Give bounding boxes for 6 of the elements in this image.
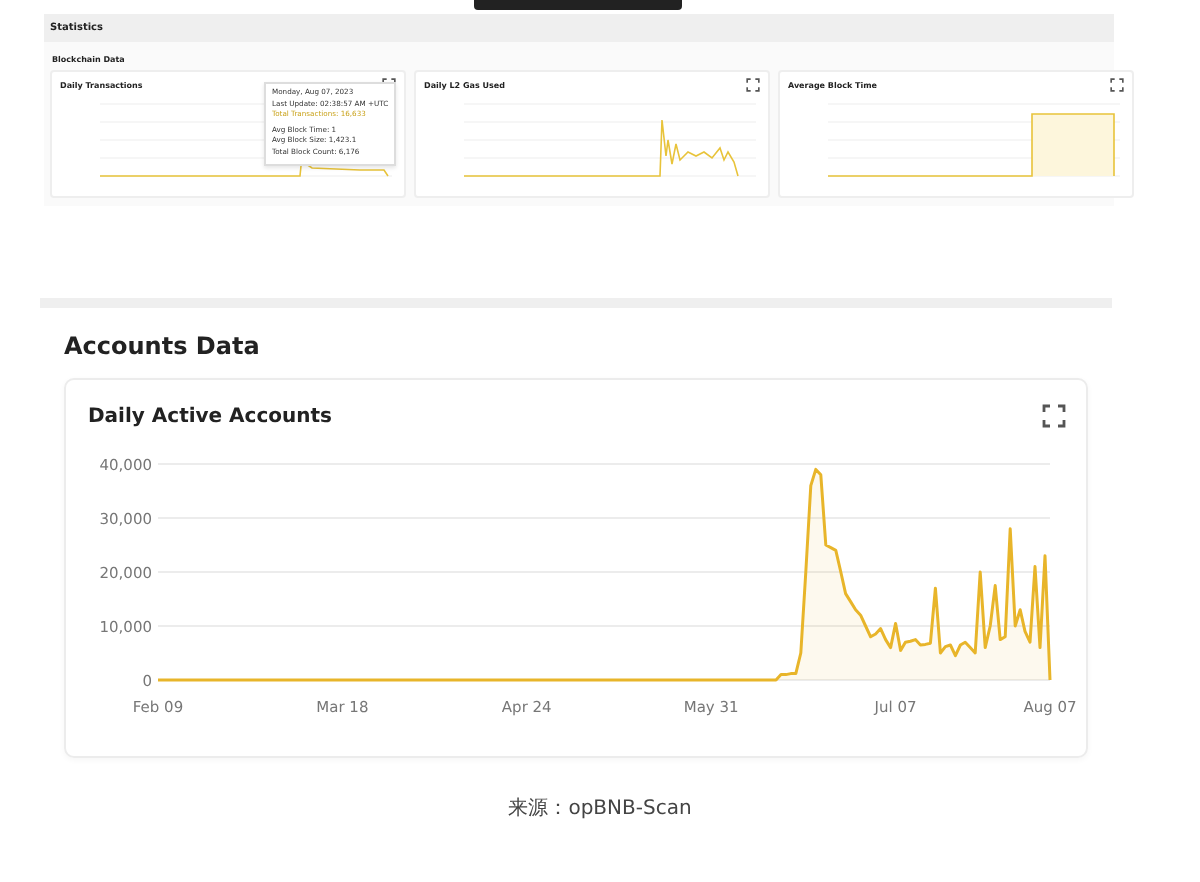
caption: 来源：opBNB-Scan [506,795,694,822]
fullscreen-icon[interactable] [1110,78,1124,92]
fullscreen-icon[interactable] [1042,404,1066,428]
chart-title: Daily Active Accounts [88,405,332,427]
section-title: Accounts Data [64,332,262,360]
fullscreen-icon[interactable] [746,78,760,92]
